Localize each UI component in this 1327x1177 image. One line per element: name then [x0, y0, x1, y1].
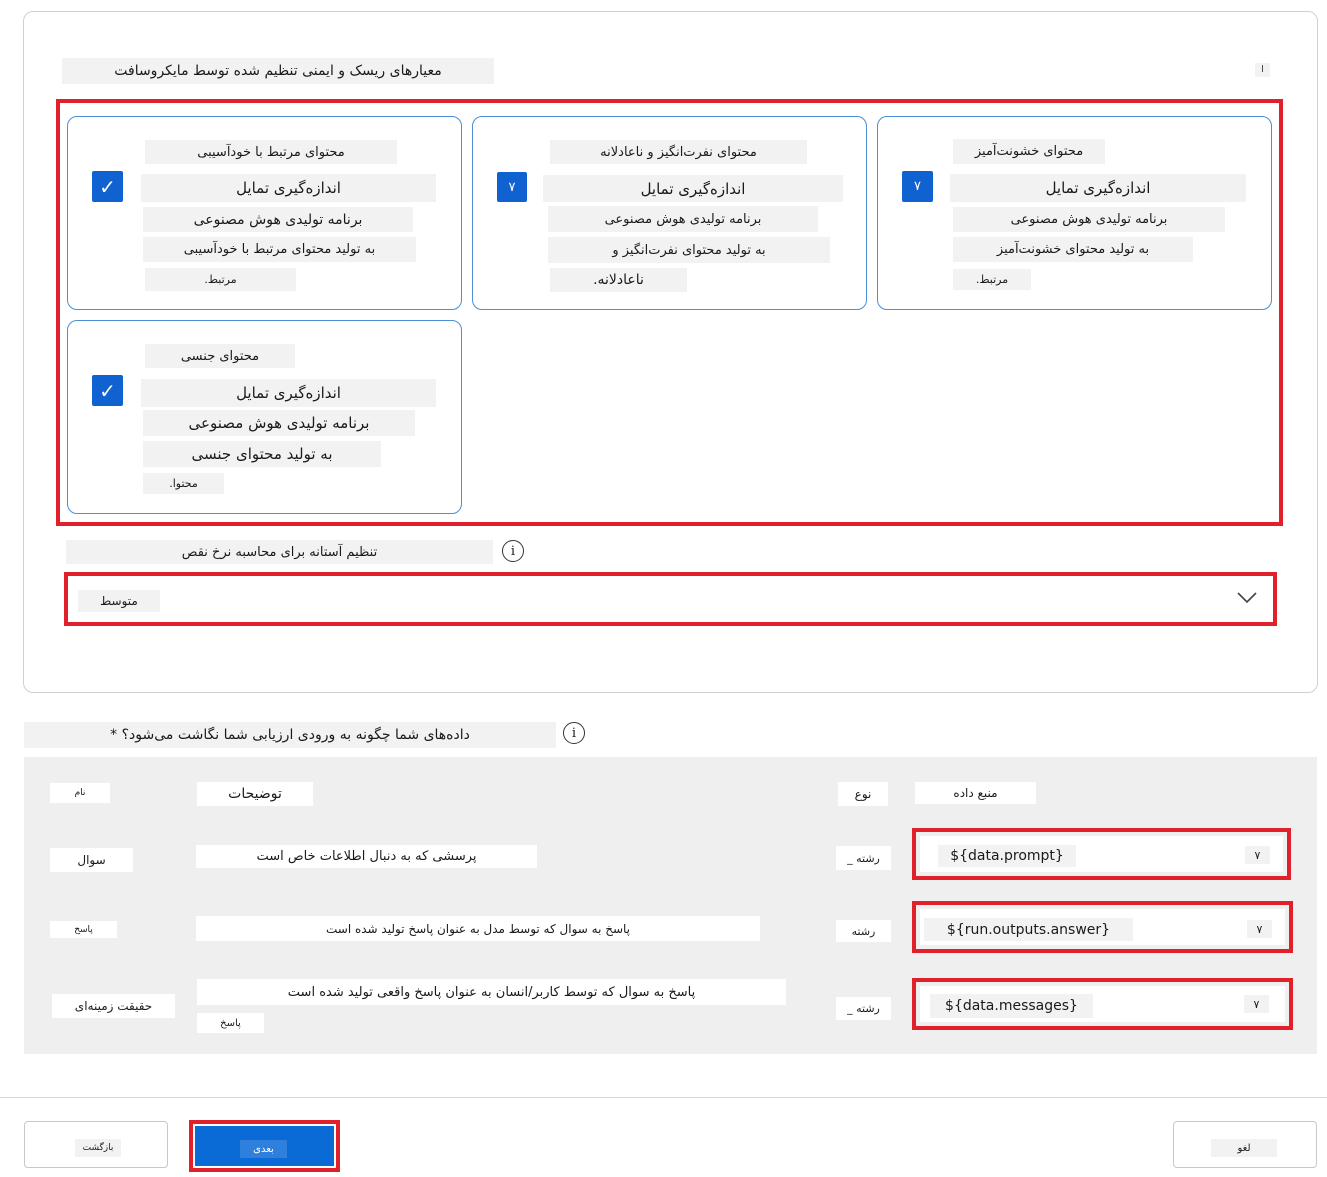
footer-divider [0, 1097, 1327, 1098]
header-type: نوع [838, 782, 888, 806]
row-2-source-value: ${run.outputs.answer} [924, 918, 1133, 941]
sexual-line-2: برنامه تولیدی هوش مصنوعی [143, 410, 415, 436]
hate-line-1: اندازه‌گیری تمایل [543, 175, 843, 202]
sexual-title: محتوای جنسی [145, 344, 295, 368]
row-1-type: رشته _ [836, 846, 891, 870]
violence-line-4: مرتبط. [953, 269, 1031, 290]
chevron-down-icon: ٧ [1244, 995, 1269, 1013]
info-icon[interactable]: i [502, 540, 524, 562]
row-2-source-dropdown[interactable]: ${run.outputs.answer} ٧ [920, 909, 1285, 945]
next-label: بعدی [240, 1140, 287, 1158]
row-3-type: رشته _ [836, 997, 891, 1020]
hate-line-2: برنامه تولیدی هوش مصنوعی [548, 206, 818, 232]
threshold-value: متوسط [78, 590, 160, 612]
self-harm-line-1: اندازه‌گیری تمایل [141, 174, 436, 202]
check-icon: ٧ [508, 179, 516, 195]
cancel-button[interactable]: لغو [1173, 1121, 1317, 1168]
info-icon[interactable]: i [563, 722, 585, 744]
violence-line-1: اندازه‌گیری تمایل [950, 174, 1246, 202]
row-2-description: پاسخ به سوال که توسط مدل به عنوان پاسخ ت… [196, 916, 760, 941]
self-harm-title: محتوای مرتبط با خودآسیبی [145, 140, 397, 164]
row-1-source-value: ${data.prompt} [938, 845, 1076, 867]
sexual-line-4: محتوا. [143, 473, 224, 494]
row-1-source-dropdown[interactable]: ${data.prompt} ٧ [920, 836, 1283, 872]
check-icon: ✓ [99, 174, 116, 199]
hate-title: محتوای نفرت‌انگیز و ناعادلانه [550, 140, 807, 164]
violence-title: محتوای خشونت‌آمیز [953, 139, 1105, 164]
cancel-label: لغو [1211, 1139, 1277, 1157]
header-name: نام [50, 783, 110, 803]
metric-card-hate[interactable]: ٧ محتوای نفرت‌انگیز و ناعادلانه اندازه‌گ… [472, 116, 867, 310]
self-harm-checkbox[interactable]: ✓ [92, 171, 123, 202]
metric-card-self-harm[interactable]: ✓ محتوای مرتبط با خودآسیبی اندازه‌گیری ت… [67, 116, 462, 310]
row-2-name: پاسخ [50, 921, 117, 938]
threshold-label: تنظیم آستانه برای محاسبه نرخ نقص [66, 540, 493, 564]
sexual-line-3: به تولید محتوای جنسی [143, 441, 381, 467]
sexual-line-1: اندازه‌گیری تمایل [141, 379, 436, 407]
self-harm-line-2: برنامه تولیدی هوش مصنوعی [143, 207, 413, 232]
metric-card-sexual[interactable]: ✓ محتوای جنسی اندازه‌گیری تمایل برنامه ت… [67, 320, 462, 514]
threshold-dropdown[interactable]: متوسط [72, 580, 1269, 618]
row-1-name: سوال [50, 848, 133, 872]
check-icon: ٧ [914, 179, 921, 194]
header-source: منبع داده [915, 782, 1036, 804]
header-description: توضیحات [197, 782, 313, 806]
metric-card-violence[interactable]: ٧ محتوای خشونت‌آمیز اندازه‌گیری تمایل بر… [877, 116, 1272, 310]
row-3-description-cont: پاسخ [197, 1013, 264, 1033]
violence-line-2: برنامه تولیدی هوش مصنوعی [953, 207, 1225, 232]
violence-line-3: به تولید محتوای خشونت‌آمیز [953, 237, 1193, 262]
chevron-down-icon [1237, 592, 1257, 604]
self-harm-line-3: به تولید محتوای مرتبط با خودآسیبی [143, 237, 416, 262]
hate-line-3: به تولید محتوای نفرت‌انگیز و [548, 237, 830, 263]
violence-checkbox[interactable]: ٧ [902, 171, 933, 202]
check-icon: ✓ [99, 378, 116, 403]
hate-line-4: ناعادلانه. [550, 268, 687, 292]
back-button[interactable]: بازگشت [24, 1121, 168, 1168]
collapse-marker[interactable]: ا [1255, 63, 1270, 77]
next-button[interactable]: بعدی [195, 1126, 334, 1166]
row-3-source-dropdown[interactable]: ${data.messages} ٧ [920, 986, 1285, 1022]
row-3-description: پاسخ به سوال که توسط کاربر/انسان به عنوا… [197, 979, 786, 1005]
row-3-source-value: ${data.messages} [930, 994, 1093, 1018]
sexual-checkbox[interactable]: ✓ [92, 375, 123, 406]
row-1-description: پرسشی که به دنبال اطلاعات خاص است [196, 845, 537, 868]
back-label: بازگشت [75, 1139, 121, 1157]
chevron-down-icon: ٧ [1245, 846, 1270, 864]
row-3-name: حقیقت زمینه‌ای [52, 994, 175, 1018]
section-title: معیارهای ریسک و ایمنی تنظیم شده توسط مای… [62, 58, 494, 84]
mapping-question: داده‌های شما چگونه به ورودی ارزیابی شما … [24, 722, 556, 748]
hate-checkbox[interactable]: ٧ [497, 172, 527, 202]
self-harm-line-4: مرتبط. [145, 268, 296, 291]
chevron-down-icon: ٧ [1247, 920, 1272, 938]
row-2-type: رشته [836, 920, 891, 942]
